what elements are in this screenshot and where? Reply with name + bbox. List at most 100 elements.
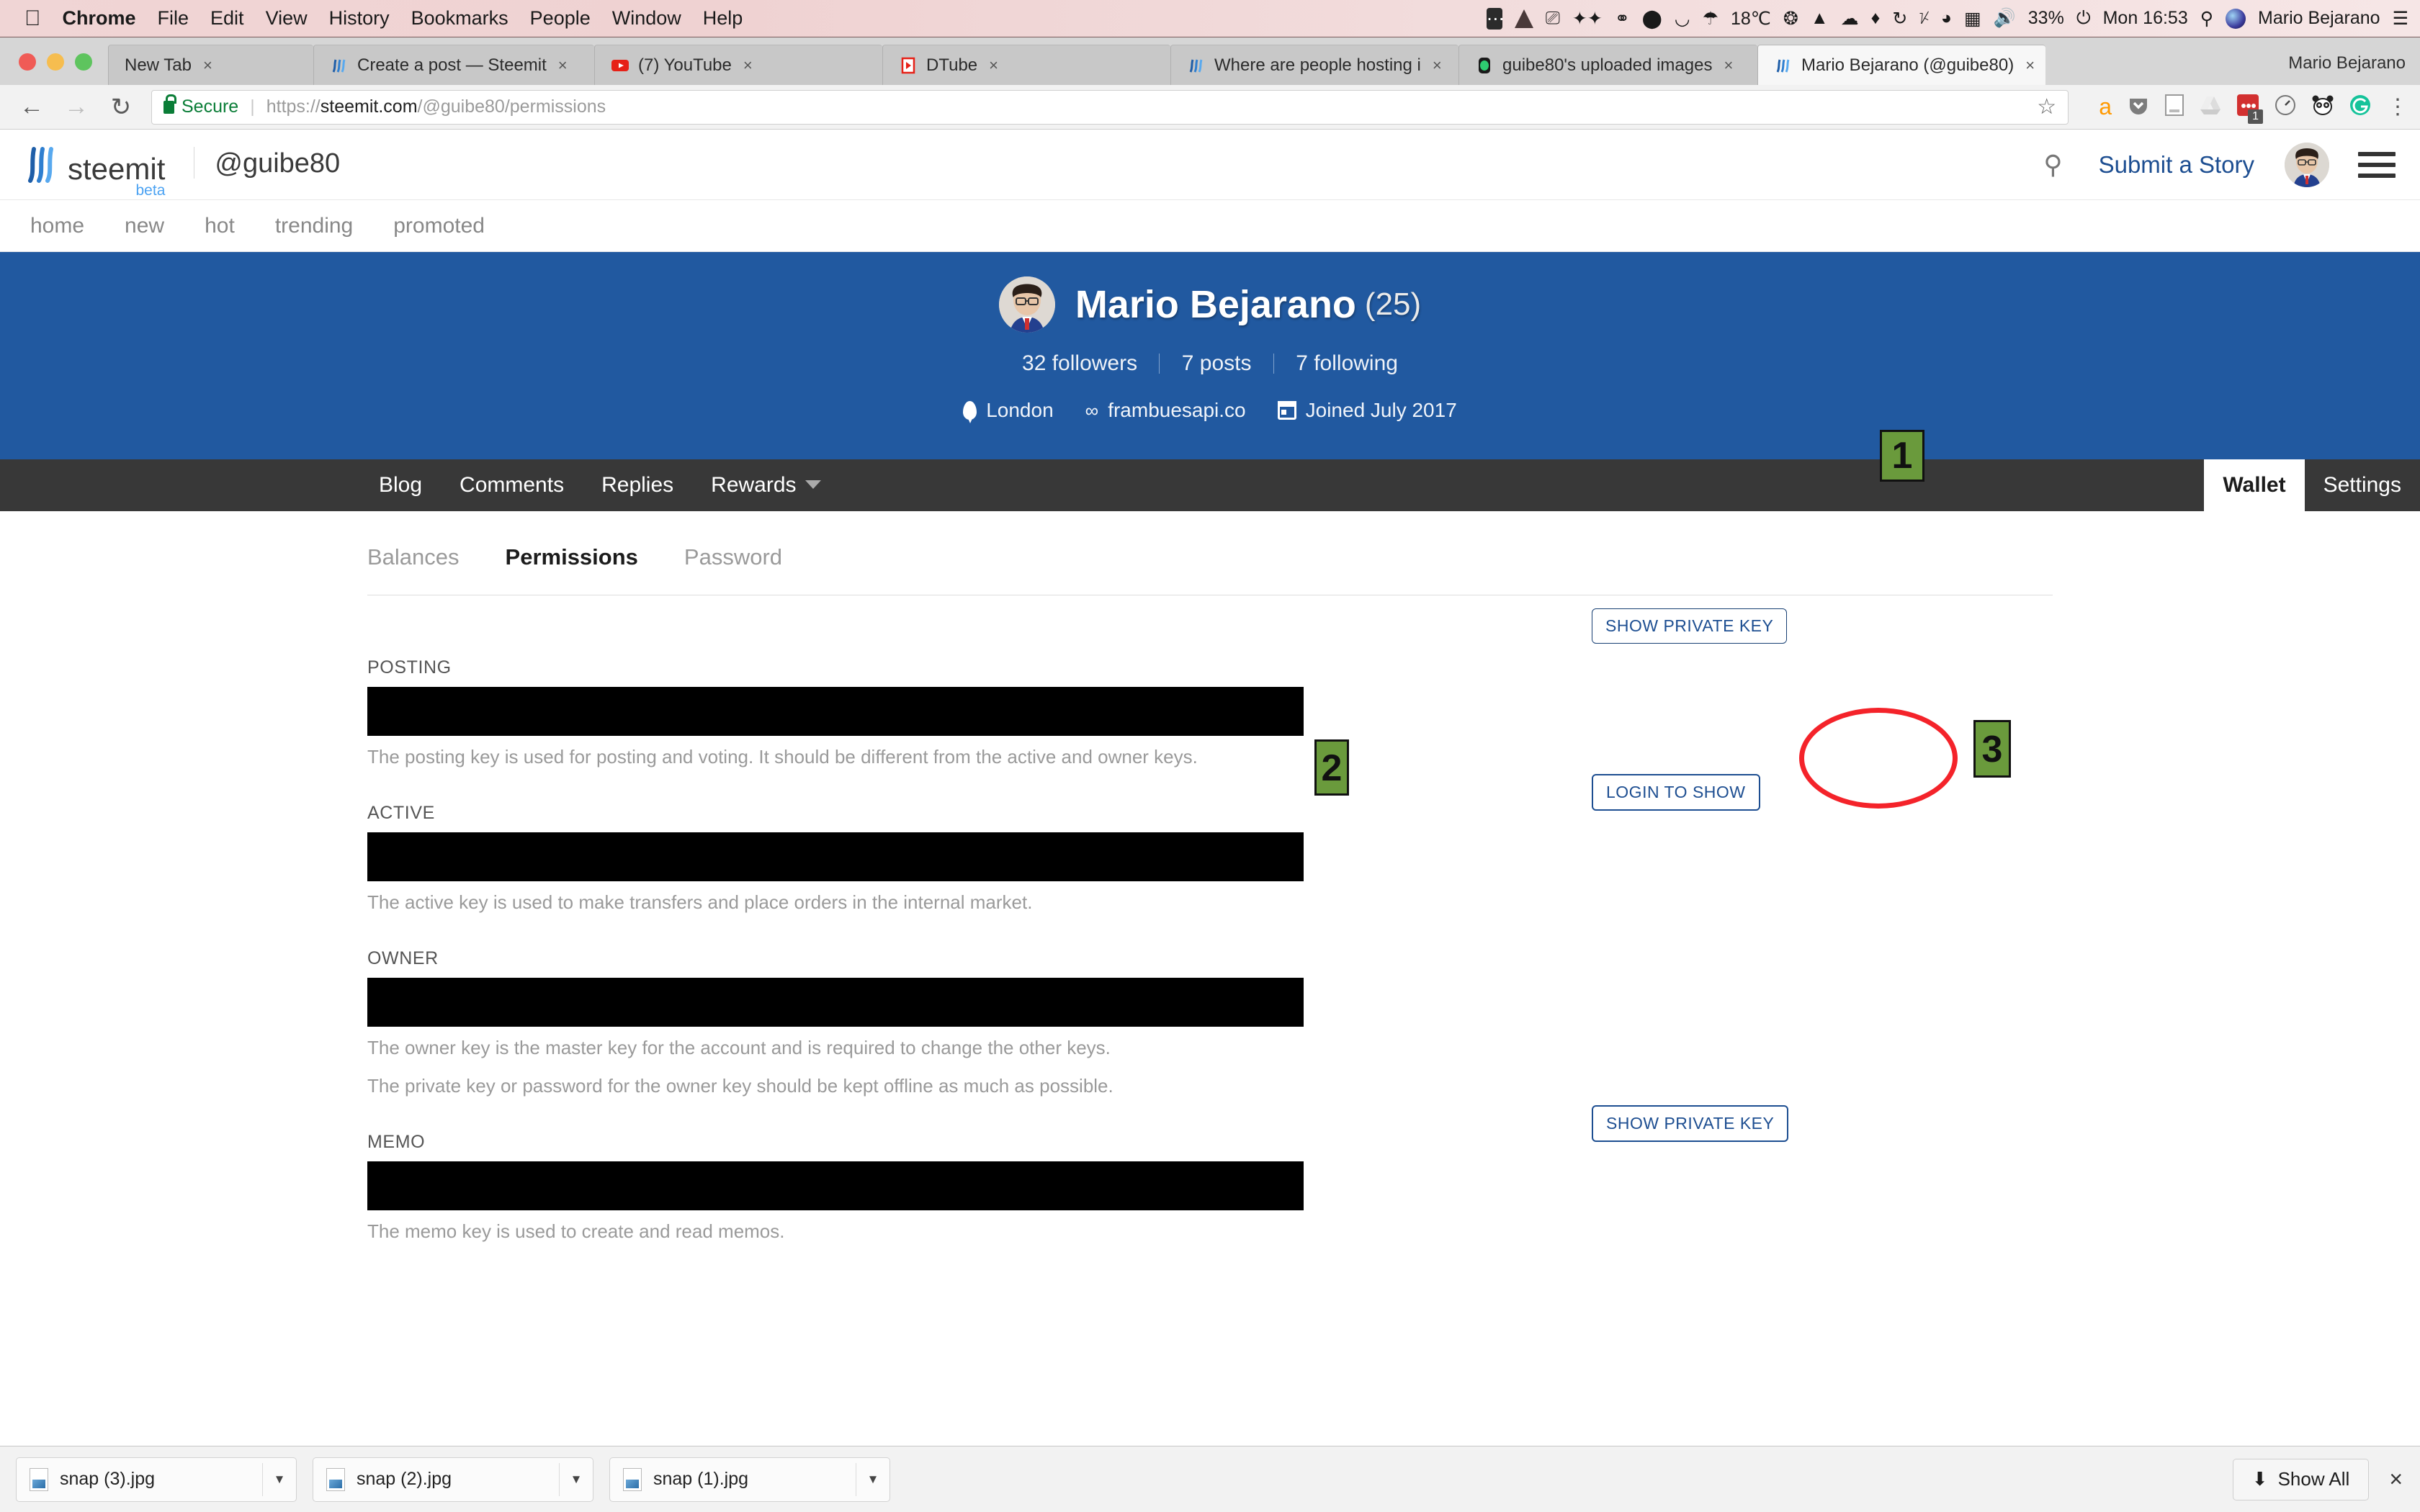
notification-center-icon[interactable]: ☰ xyxy=(2393,8,2408,30)
maximize-window-button[interactable] xyxy=(75,53,92,71)
menu-window[interactable]: Window xyxy=(612,7,681,30)
subtab-password[interactable]: Password xyxy=(684,544,782,595)
login-to-show-button-active[interactable]: LOGIN TO SHOW xyxy=(1592,774,1760,811)
subnav-item-trending[interactable]: trending xyxy=(255,214,373,238)
tab-close-icon[interactable]: × xyxy=(1433,56,1442,75)
menu-help[interactable]: Help xyxy=(703,7,743,30)
amazon-extension-icon[interactable]: a xyxy=(2099,94,2112,120)
browser-tab-mario-bejarano-active[interactable]: Mario Bejarano (@guibe80) × xyxy=(1757,45,2045,85)
menu-chrome[interactable]: Chrome xyxy=(63,7,136,30)
cloud-status-icon[interactable]: ☁ xyxy=(1841,8,1859,30)
browser-tab-where-are-people-hosting[interactable]: Where are people hosting i × xyxy=(1170,45,1458,85)
spiral-status-icon[interactable]: ❂ xyxy=(1783,8,1798,30)
subtab-permissions[interactable]: Permissions xyxy=(506,544,638,595)
close-window-button[interactable] xyxy=(19,53,36,71)
search-icon[interactable]: ⚲ xyxy=(2043,150,2062,180)
hamburger-menu-icon[interactable] xyxy=(2358,145,2396,184)
back-button[interactable]: ← xyxy=(19,93,45,121)
tab-close-icon[interactable]: × xyxy=(989,56,998,75)
posting-key-field[interactable] xyxy=(367,687,1304,736)
show-private-key-button-posting[interactable]: SHOW PRIVATE KEY xyxy=(1592,608,1788,644)
show-all-downloads-button[interactable]: ⬇ Show All xyxy=(2232,1458,2370,1500)
minimize-window-button[interactable] xyxy=(47,53,64,71)
close-downloads-bar-icon[interactable]: × xyxy=(2389,1466,2403,1493)
memo-key-field[interactable] xyxy=(367,1161,1304,1210)
bluetooth-icon[interactable]: ᜩ xyxy=(1919,8,1929,29)
subnav-item-home[interactable]: home xyxy=(10,214,104,238)
resize-status-icon[interactable]: ⎚ xyxy=(1546,8,1560,29)
tab-close-icon[interactable]: × xyxy=(743,56,753,75)
header-username[interactable]: @guibe80 xyxy=(215,148,340,179)
tab-replies[interactable]: Replies xyxy=(583,459,692,511)
forward-button[interactable]: → xyxy=(63,93,89,121)
chrome-menu-icon[interactable]: ⋮ xyxy=(2387,96,2408,117)
document-extension-icon[interactable] xyxy=(2165,94,2184,120)
spotlight-search-icon[interactable]: ⚲ xyxy=(2200,8,2213,30)
tab-close-icon[interactable]: × xyxy=(558,56,568,75)
dropbox-status-icon[interactable] xyxy=(1514,9,1533,28)
tab-comments[interactable]: Comments xyxy=(441,459,583,511)
tab-blog[interactable]: Blog xyxy=(360,459,441,511)
menu-people[interactable]: People xyxy=(530,7,591,30)
owner-key-field[interactable] xyxy=(367,978,1304,1027)
pocket-extension-icon[interactable] xyxy=(2128,94,2149,120)
ellipsis-status-icon[interactable]: ⋯ xyxy=(1486,7,1505,30)
diamonds-status-icon[interactable]: ✦✦ xyxy=(1572,8,1603,30)
followers-count[interactable]: 32 followers xyxy=(1006,351,1153,375)
volume-icon[interactable]: 🔊 xyxy=(1994,8,2016,29)
browser-tab-dtube[interactable]: DTube × xyxy=(882,45,1170,85)
menu-view[interactable]: View xyxy=(266,7,308,30)
address-bar[interactable]: Secure | https:// steemit.com /@guibe80/… xyxy=(151,89,2069,125)
subnav-item-promoted[interactable]: promoted xyxy=(373,214,505,238)
browser-tab-youtube[interactable]: (7) YouTube × xyxy=(594,45,882,85)
shield-status-icon[interactable]: ⬤ xyxy=(1642,8,1662,30)
tab-settings[interactable]: Settings xyxy=(2305,459,2420,511)
tab-wallet[interactable]: Wallet xyxy=(2204,459,2305,511)
download-item-menu-icon[interactable]: ▼ xyxy=(856,1472,889,1487)
subtab-balances[interactable]: Balances xyxy=(367,544,460,595)
download-item-1[interactable]: snap (3).jpg ▼ xyxy=(16,1457,297,1502)
active-key-field[interactable] xyxy=(367,832,1304,881)
download-item-menu-icon[interactable]: ▼ xyxy=(560,1472,593,1487)
apple-menu-icon[interactable]:  xyxy=(24,6,41,31)
submit-a-story-button[interactable]: Submit a Story xyxy=(2099,151,2254,179)
timemachine-status-icon[interactable]: ↻ xyxy=(1892,8,1907,30)
arc-status-icon[interactable]: ◡ xyxy=(1675,8,1690,30)
tab-rewards[interactable]: Rewards xyxy=(692,459,839,511)
reload-button[interactable]: ↻ xyxy=(108,93,134,122)
tab-close-icon[interactable]: × xyxy=(1724,56,1733,75)
download-item-3[interactable]: snap (1).jpg ▼ xyxy=(609,1457,890,1502)
tab-close-icon[interactable]: × xyxy=(2025,56,2035,75)
profile-avatar[interactable] xyxy=(998,276,1055,333)
battery-charging-icon[interactable]: ⏻ xyxy=(2076,8,2091,29)
red-extension-icon[interactable]: 1 xyxy=(2237,94,2263,124)
weather-icon[interactable]: ☂ xyxy=(1703,8,1718,30)
bookmark-star-icon[interactable]: ☆ xyxy=(2037,94,2056,120)
browser-tab-new-tab[interactable]: New Tab × xyxy=(108,45,313,85)
menu-bookmarks[interactable]: Bookmarks xyxy=(411,7,508,30)
panda-extension-icon[interactable] xyxy=(2312,95,2334,119)
creative-cloud-icon[interactable]: ⚭ xyxy=(1615,8,1630,30)
download-item-menu-icon[interactable]: ▼ xyxy=(263,1472,296,1487)
subnav-item-new[interactable]: new xyxy=(104,214,184,238)
following-count[interactable]: 7 following xyxy=(1280,351,1414,375)
download-item-2[interactable]: snap (2).jpg ▼ xyxy=(313,1457,593,1502)
subnav-item-hot[interactable]: hot xyxy=(184,214,255,238)
steemit-logo[interactable]: steemit beta xyxy=(24,146,165,198)
menu-file[interactable]: File xyxy=(158,7,189,30)
wifi-icon[interactable]: ◕ xyxy=(1941,8,1952,29)
grammarly-extension-icon[interactable] xyxy=(2349,94,2371,120)
menu-history[interactable]: History xyxy=(329,7,390,30)
browser-tab-uploaded-images[interactable]: guibe80's uploaded images × xyxy=(1458,45,1757,85)
drop-status-icon[interactable]: ♦ xyxy=(1871,8,1881,29)
tab-close-icon[interactable]: × xyxy=(203,56,212,75)
new-tab-button[interactable] xyxy=(2045,45,2103,85)
posts-count[interactable]: 7 posts xyxy=(1166,351,1268,375)
show-private-key-button-memo[interactable]: SHOW PRIVATE KEY xyxy=(1592,1105,1789,1142)
profile-website[interactable]: ∞ frambuesapi.co xyxy=(1085,399,1246,422)
speed-gauge-extension-icon[interactable] xyxy=(2275,94,2296,120)
browser-tab-create-post[interactable]: Create a post — Steemit × xyxy=(313,45,594,85)
flame-status-icon[interactable]: ▲ xyxy=(1811,8,1829,29)
google-drive-extension-icon[interactable] xyxy=(2200,95,2221,119)
header-avatar[interactable] xyxy=(2285,142,2329,187)
